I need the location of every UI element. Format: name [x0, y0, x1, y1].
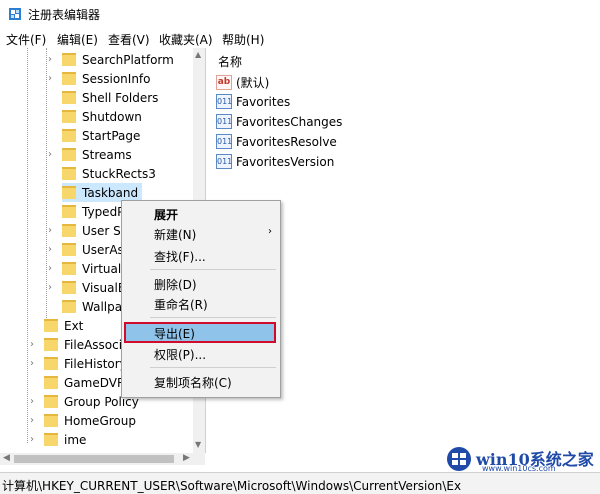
tree-item[interactable]: › SessionInfo: [48, 69, 151, 88]
value-row[interactable]: ab (默认): [216, 74, 269, 91]
tree-item[interactable]: › User Sh: [48, 221, 128, 240]
watermark-logo-icon: [447, 447, 471, 471]
registry-path: 计算机\HKEY_CURRENT_USER\Software\Microsoft…: [2, 479, 462, 493]
menu-item-find[interactable]: 查找(F)...: [154, 248, 206, 265]
tree-item[interactable]: GameDVR: [44, 373, 125, 392]
folder-icon: [62, 281, 76, 294]
value-row[interactable]: 011 FavoritesChanges: [216, 114, 342, 129]
folder-icon: [62, 262, 76, 275]
menu-item-delete[interactable]: 删除(D): [154, 276, 197, 293]
tree-item[interactable]: › FileHistory: [30, 354, 127, 373]
folder-icon: [44, 433, 58, 446]
menu-item-export[interactable]: 导出(E): [154, 325, 195, 342]
folder-icon: [44, 414, 58, 427]
scroll-down-icon[interactable]: ▼: [195, 440, 201, 449]
chevron-right-icon[interactable]: ›: [48, 263, 52, 274]
window-title: 注册表编辑器: [28, 8, 101, 22]
folder-icon: [44, 376, 58, 389]
folder-icon: [62, 205, 76, 218]
value-row[interactable]: 011 FavoritesVersion: [216, 154, 334, 169]
menu-item-expand[interactable]: 展开: [154, 206, 178, 223]
chevron-right-icon[interactable]: ›: [30, 415, 34, 426]
chevron-right-icon[interactable]: ›: [48, 149, 52, 160]
scroll-thumb[interactable]: [14, 455, 174, 463]
chevron-right-icon[interactable]: ›: [48, 244, 52, 255]
chevron-right-icon[interactable]: ›: [30, 434, 34, 445]
folder-icon: [44, 357, 58, 370]
chevron-right-icon[interactable]: ›: [30, 339, 34, 350]
tree-item[interactable]: › Streams: [48, 145, 132, 164]
watermark-url: www.win10cs.com: [482, 464, 556, 473]
menu-item-highlight: [124, 322, 276, 343]
tree-item[interactable]: › ime: [30, 430, 86, 449]
registry-editor-icon: [9, 8, 21, 20]
folder-icon: [62, 186, 76, 199]
tree-item[interactable]: › VisualE: [48, 278, 125, 297]
scroll-left-icon[interactable]: ◀: [3, 453, 10, 463]
tree-item[interactable]: StartPage: [62, 126, 140, 145]
tree-guide-line: [46, 48, 47, 318]
menu-separator: [150, 269, 276, 270]
menu-help[interactable]: 帮助(H): [222, 31, 264, 48]
binary-value-icon: 011: [216, 134, 232, 149]
folder-icon: [62, 167, 76, 180]
folder-icon: [62, 129, 76, 142]
folder-icon: [62, 91, 76, 104]
status-bar: 计算机\HKEY_CURRENT_USER\Software\Microsoft…: [0, 472, 600, 494]
folder-icon: [62, 110, 76, 123]
chevron-right-icon[interactable]: ›: [48, 225, 52, 236]
folder-icon: [62, 300, 76, 313]
tree-horizontal-scrollbar[interactable]: ◀ ▶: [0, 453, 205, 465]
tree-guide-line: [27, 48, 28, 443]
scroll-right-icon[interactable]: ▶: [183, 453, 190, 463]
value-row[interactable]: 011 Favorites: [216, 94, 290, 109]
tree-item[interactable]: Shutdown: [62, 107, 142, 126]
tree-item[interactable]: Shell Folders: [62, 88, 158, 107]
binary-value-icon: 011: [216, 154, 232, 169]
tree-item[interactable]: Wallpa: [62, 297, 122, 316]
scroll-up-icon[interactable]: ▲: [195, 50, 201, 59]
folder-icon: [62, 148, 76, 161]
menu-bar: 文件(F) 编辑(E) 查看(V) 收藏夹(A) 帮助(H): [0, 28, 600, 48]
chevron-right-icon[interactable]: ›: [48, 73, 52, 84]
folder-icon: [62, 53, 76, 66]
menu-separator: [150, 317, 276, 318]
folder-icon: [44, 319, 58, 332]
menu-edit[interactable]: 编辑(E): [57, 31, 98, 48]
folder-icon: [62, 243, 76, 256]
menu-item-permissions[interactable]: 权限(P)...: [154, 346, 206, 363]
binary-value-icon: 011: [216, 114, 232, 129]
folder-icon: [44, 338, 58, 351]
folder-icon: [44, 395, 58, 408]
chevron-right-icon[interactable]: ›: [48, 282, 52, 293]
tree-item[interactable]: › SearchPlatform: [48, 50, 174, 69]
column-header-name[interactable]: 名称: [218, 53, 242, 70]
folder-icon: [62, 224, 76, 237]
binary-value-icon: 011: [216, 94, 232, 109]
menu-item-copy-key-name[interactable]: 复制项名称(C): [154, 374, 232, 391]
tree-item[interactable]: StuckRects3: [62, 164, 156, 183]
tree-item[interactable]: TypedP: [62, 202, 124, 221]
menu-item-rename[interactable]: 重命名(R): [154, 296, 208, 313]
watermark: win10系统之家 www.win10cs.com: [442, 444, 600, 474]
tree-item[interactable]: › FileAssocia: [30, 335, 129, 354]
tree-item[interactable]: › HomeGroup: [30, 411, 136, 430]
title-bar: 注册表编辑器: [0, 0, 600, 29]
menu-favorites[interactable]: 收藏夹(A): [159, 31, 213, 48]
string-value-icon: ab: [216, 75, 232, 90]
menu-file[interactable]: 文件(F): [6, 31, 46, 48]
menu-view[interactable]: 查看(V): [108, 31, 150, 48]
context-menu: 展开 新建(N) › 查找(F)... 删除(D) 重命名(R) 导出(E) 权…: [121, 200, 281, 398]
tree-item[interactable]: Ext: [44, 316, 83, 335]
chevron-right-icon[interactable]: ›: [48, 54, 52, 65]
value-row[interactable]: 011 FavoritesResolve: [216, 134, 337, 149]
folder-icon: [62, 72, 76, 85]
chevron-right-icon[interactable]: ›: [30, 396, 34, 407]
menu-separator: [150, 367, 276, 368]
menu-item-new[interactable]: 新建(N): [154, 226, 196, 243]
tree-item[interactable]: › UserAs: [48, 240, 124, 259]
submenu-arrow-icon: ›: [268, 226, 272, 237]
chevron-right-icon[interactable]: ›: [30, 358, 34, 369]
